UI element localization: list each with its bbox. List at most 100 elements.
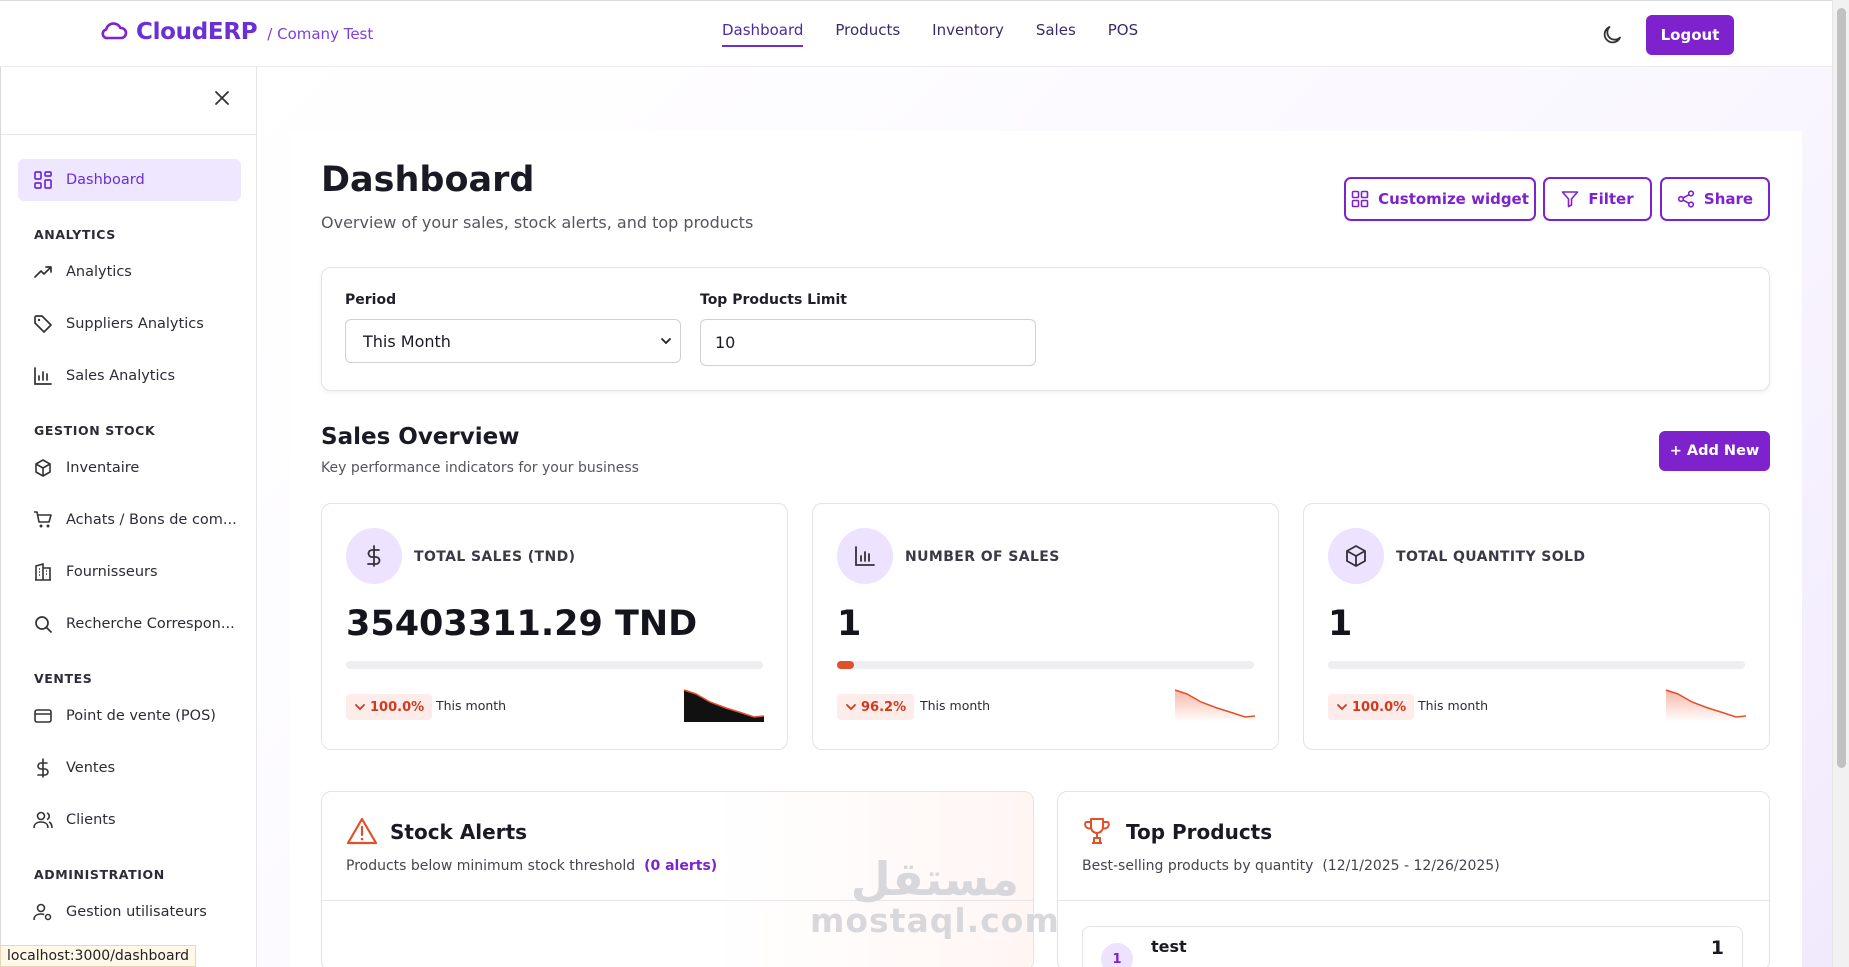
stock-alerts-subtitle: Products below minimum stock threshold (… (346, 858, 717, 874)
scrollbar-thumb[interactable] (1837, 8, 1846, 768)
share-icon (1677, 190, 1695, 208)
customize-widget-button[interactable]: Customize widget (1344, 177, 1536, 221)
filter-label: Filter (1588, 190, 1634, 208)
sidebar-item-sales-analytics[interactable]: Sales Analytics (18, 355, 241, 397)
kpi-change-badge: 100.0% (346, 694, 433, 720)
kpi-period: This month (920, 698, 991, 713)
sidebar-item-pos[interactable]: Point de vente (POS) (18, 695, 241, 737)
nav-pos[interactable]: POS (1108, 21, 1138, 47)
bar-chart-icon (34, 367, 52, 385)
moon-icon[interactable] (1600, 23, 1624, 47)
sidebar-item-label: Clients (66, 812, 116, 828)
top-nav: Dashboard Products Inventory Sales POS (722, 21, 1170, 47)
product-quantity: 1 (1710, 937, 1724, 959)
sidebar-item-label: Dashboard (66, 172, 145, 188)
sidebar-item-label: Gestion utilisateurs (66, 904, 207, 920)
sidebar-item-dashboard[interactable]: Dashboard (18, 159, 241, 201)
watermark-arabic: مستقل (850, 852, 1020, 906)
page-title: Dashboard (321, 160, 535, 200)
sidebar-item-recherche[interactable]: Recherche Correspon... (18, 603, 241, 645)
sidebar-item-analytics[interactable]: Analytics (18, 251, 241, 293)
top-products-limit-input[interactable]: 10 (700, 319, 1036, 366)
bar-chart-icon (837, 528, 893, 584)
sidebar-item-achats[interactable]: Achats / Bons de com... (18, 499, 241, 541)
nav-sales[interactable]: Sales (1036, 21, 1076, 47)
cart-icon (34, 511, 52, 528)
chevron-down-icon (355, 704, 365, 711)
kpi-value: 35403311.29 TND (346, 604, 698, 644)
cloud-logo-icon (100, 19, 128, 45)
top-products-limit-label: Top Products Limit (700, 292, 847, 308)
watermark: مستقل mostaql.com (810, 855, 1060, 939)
period-select-value: This Month (363, 331, 451, 351)
kpi-label: TOTAL SALES (TND) (414, 549, 576, 565)
top-products-range: (12/1/2025 - 12/26/2025) (1322, 858, 1500, 874)
chevron-down-icon (661, 338, 671, 345)
kpi-label: TOTAL QUANTITY SOLD (1396, 549, 1586, 565)
sidebar-item-label: Point de vente (POS) (66, 708, 216, 724)
tag-icon (34, 315, 52, 333)
sidebar-item-utilisateurs[interactable]: Gestion utilisateurs (18, 891, 241, 933)
filter-button[interactable]: Filter (1543, 177, 1652, 221)
sidebar-section-stock: GESTION STOCK (34, 423, 156, 438)
nav-products[interactable]: Products (835, 21, 900, 47)
rank-badge: 1 (1101, 943, 1133, 967)
dollar-icon (346, 528, 402, 584)
sidebar-item-clients[interactable]: Clients (18, 799, 241, 841)
sidebar-item-label: Ventes (66, 760, 116, 776)
kpi-card-total-sales: TOTAL SALES (TND) 35403311.29 TND 100.0%… (321, 503, 788, 750)
warning-icon (346, 817, 378, 845)
logout-button[interactable]: Logout (1646, 15, 1734, 55)
grid-icon (1351, 190, 1369, 208)
alert-count: (0 alerts) (644, 858, 718, 874)
user-cog-icon (33, 903, 52, 921)
sidebar-item-fournisseurs[interactable]: Fournisseurs (18, 551, 241, 593)
top-products-description: Best-selling products by quantity (1082, 858, 1314, 874)
kpi-label: NUMBER OF SALES (905, 549, 1060, 565)
share-button[interactable]: Share (1660, 177, 1770, 221)
top-products-subtitle: Best-selling products by quantity (12/1/… (1082, 858, 1500, 874)
sidebar: Dashboard ANALYTICS Analytics Suppliers … (0, 67, 258, 967)
chevron-down-icon (846, 704, 856, 711)
users-icon (33, 811, 53, 829)
chevron-down-icon (1337, 704, 1347, 711)
kpi-progress-fill (837, 661, 854, 669)
kpi-card-number-of-sales: NUMBER OF SALES 1 96.2% This month (812, 503, 1279, 750)
credit-card-icon (34, 709, 52, 723)
box-icon (1328, 528, 1384, 584)
brand[interactable]: CloudERP / Comany Test (100, 19, 373, 45)
add-new-button[interactable]: + Add New (1659, 431, 1770, 471)
top-navbar: CloudERP / Comany Test Dashboard Product… (0, 0, 1832, 67)
nav-dashboard[interactable]: Dashboard (722, 21, 804, 47)
page-scrollbar[interactable] (1832, 0, 1849, 967)
nav-inventory[interactable]: Inventory (932, 21, 1004, 47)
kpi-change-value: 96.2% (861, 699, 907, 715)
sidebar-item-ventes[interactable]: Ventes (18, 747, 241, 789)
building-icon (35, 562, 51, 581)
company-name: / Comany Test (267, 24, 374, 43)
stock-alerts-title: Stock Alerts (390, 820, 528, 844)
sidebar-item-label: Sales Analytics (66, 368, 176, 384)
sidebar-item-label: Fournisseurs (66, 564, 158, 580)
close-icon[interactable] (213, 89, 231, 107)
search-icon (35, 616, 52, 633)
kpi-change-value: 100.0% (1352, 699, 1407, 715)
sidebar-item-label: Achats / Bons de com... (66, 512, 237, 528)
kpi-progress-track (1328, 661, 1745, 669)
watermark-latin: mostaql.com (810, 901, 1060, 940)
trophy-icon (1084, 818, 1110, 844)
sales-overview-subtitle: Key performance indicators for your busi… (321, 460, 639, 476)
sidebar-item-suppliers-analytics[interactable]: Suppliers Analytics (18, 303, 241, 345)
sidebar-item-inventaire[interactable]: Inventaire (18, 447, 241, 489)
package-icon (35, 459, 51, 477)
product-name: test (1151, 937, 1187, 956)
sidebar-item-label: Suppliers Analytics (66, 316, 204, 332)
top-products-panel: Top Products Best-selling products by qu… (1057, 791, 1770, 967)
kpi-period: This month (436, 698, 507, 713)
sidebar-section-analytics: ANALYTICS (34, 227, 116, 242)
list-item[interactable]: 1 test 1 (1082, 926, 1743, 967)
period-select[interactable]: This Month (345, 319, 681, 363)
kpi-card-total-quantity: TOTAL QUANTITY SOLD 1 100.0% This month (1303, 503, 1770, 750)
kpi-value: 1 (837, 604, 862, 644)
stock-alerts-description: Products below minimum stock threshold (346, 858, 636, 874)
